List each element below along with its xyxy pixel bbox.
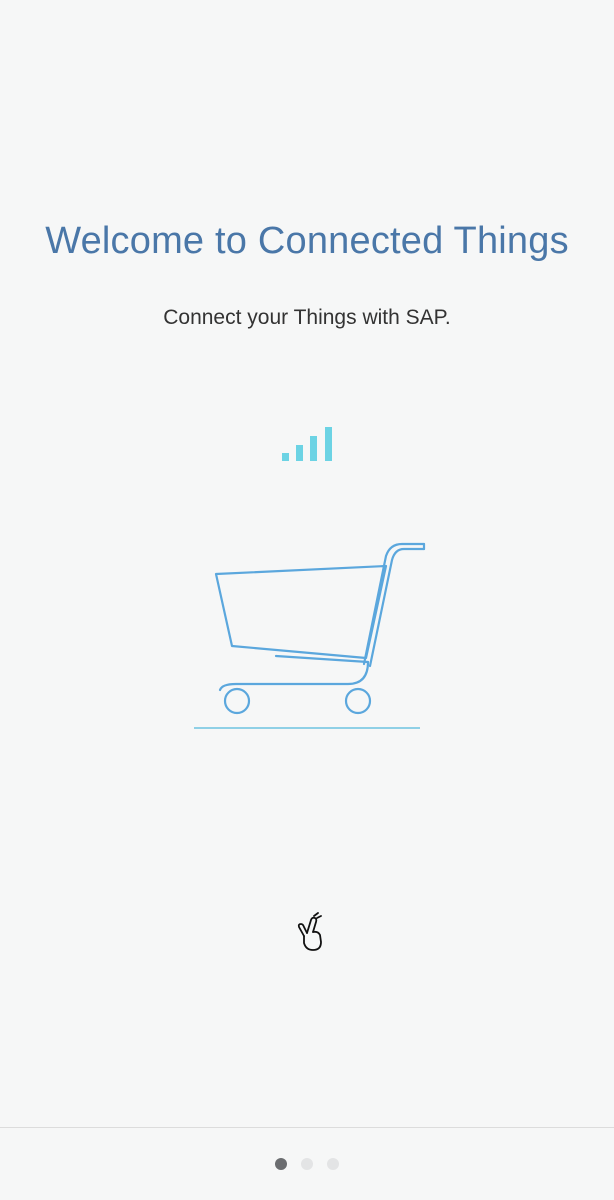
page-dot-3[interactable] <box>327 1158 339 1170</box>
bottom-divider <box>0 1127 614 1128</box>
onboarding-screen: Welcome to Connected Things Connect your… <box>0 0 614 1200</box>
page-dot-2[interactable] <box>301 1158 313 1170</box>
signal-bars-icon <box>282 427 332 461</box>
shopping-cart-icon <box>194 542 426 729</box>
page-subtitle: Connect your Things with SAP. <box>163 306 451 329</box>
page-indicator <box>0 1158 614 1172</box>
page-dot-1[interactable] <box>275 1158 287 1170</box>
page-title: Welcome to Connected Things <box>45 220 569 262</box>
swipe-hand-icon <box>297 912 322 951</box>
